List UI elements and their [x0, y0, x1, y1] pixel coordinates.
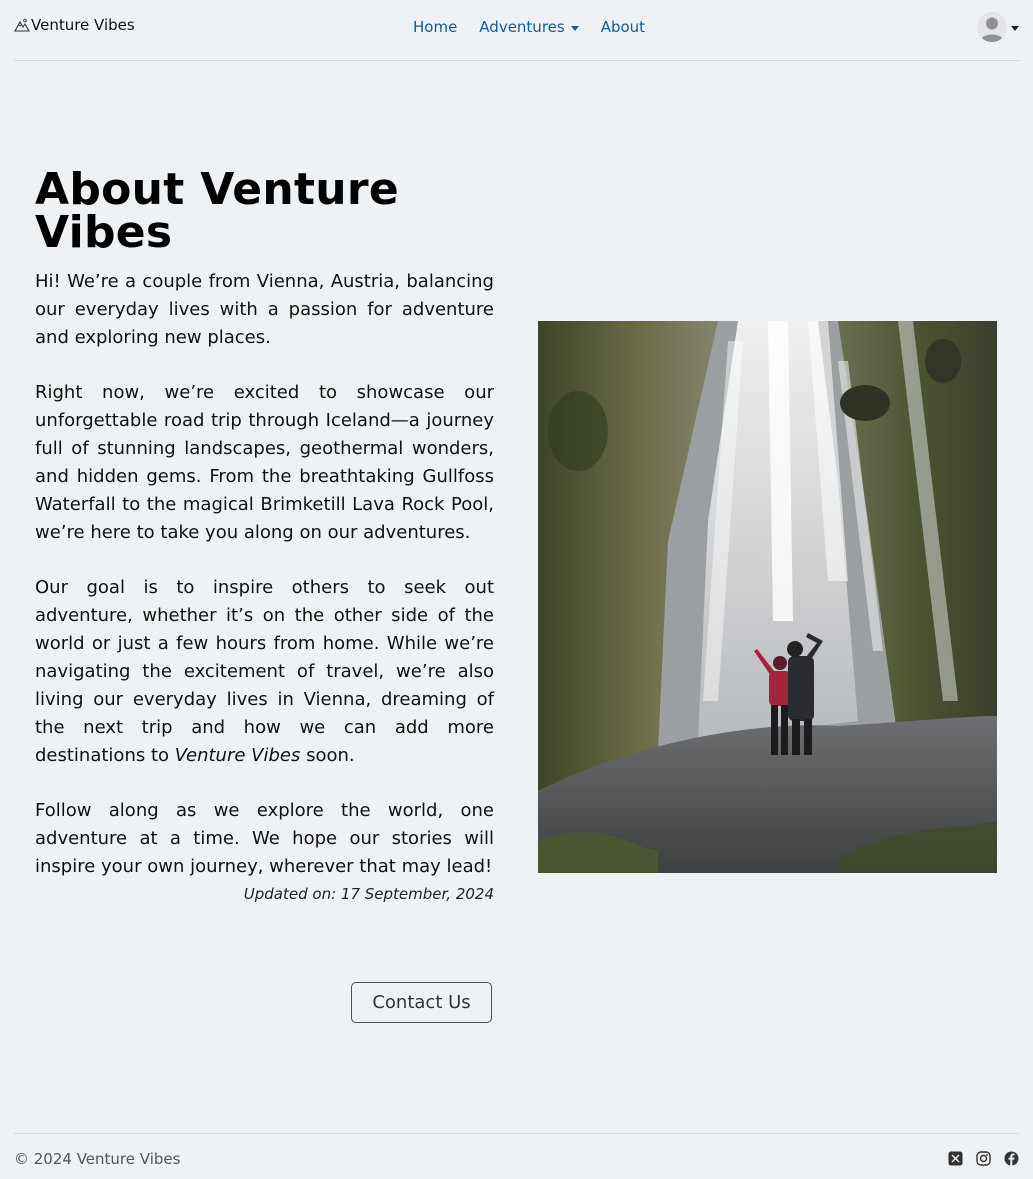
- about-paragraph-1: Hi! We’re a couple from Vienna, Austria,…: [35, 271, 494, 348]
- about-paragraph-4: Follow along as we explore the world, on…: [35, 800, 494, 877]
- user-menu-toggle[interactable]: [977, 12, 1019, 42]
- user-placeholder-icon: [980, 17, 1004, 42]
- mountain-logo-icon: [14, 18, 30, 32]
- nav-adventures-dropdown[interactable]: Adventures: [468, 18, 589, 36]
- chevron-down-icon: [1011, 25, 1019, 31]
- instagram-icon[interactable]: [976, 1151, 991, 1166]
- chevron-down-icon: [570, 25, 579, 31]
- page-title: About Venture Vibes: [35, 164, 400, 258]
- about-paragraph-3-start: Our goal is to inspire others to seek ou…: [35, 577, 494, 766]
- nav-home-link[interactable]: Home: [402, 18, 468, 36]
- copyright-text: © 2024 Venture Vibes: [14, 1150, 181, 1168]
- nav-adventures-label: Adventures: [479, 18, 565, 36]
- social-links: [948, 1151, 1019, 1166]
- waterfall-photo: [538, 321, 997, 873]
- about-section: About Venture Vibes Hi! We’re a couple f…: [35, 164, 494, 904]
- facebook-icon[interactable]: [1004, 1151, 1019, 1166]
- about-paragraph-3-end: soon.: [300, 745, 355, 766]
- footer: © 2024 Venture Vibes: [14, 1133, 1019, 1179]
- brand-name: Venture Vibes: [31, 16, 135, 34]
- brand-emphasis: Venture Vibes: [174, 745, 301, 766]
- nav-about-link[interactable]: About: [590, 18, 656, 36]
- about-paragraph-2: Right now, we’re excited to showcase our…: [35, 382, 494, 543]
- updated-date: Updated on: 17 September, 2024: [243, 885, 494, 903]
- about-paragraph-3: Our goal is to inspire others to seek ou…: [35, 574, 494, 770]
- contact-us-button[interactable]: Contact Us: [351, 982, 492, 1023]
- brand-link[interactable]: Venture Vibes: [14, 16, 135, 34]
- avatar: [977, 12, 1007, 42]
- x-icon[interactable]: [948, 1151, 963, 1166]
- main-nav: Home Adventures About: [402, 18, 656, 36]
- navbar: Venture Vibes Home Adventures About: [14, 0, 1019, 61]
